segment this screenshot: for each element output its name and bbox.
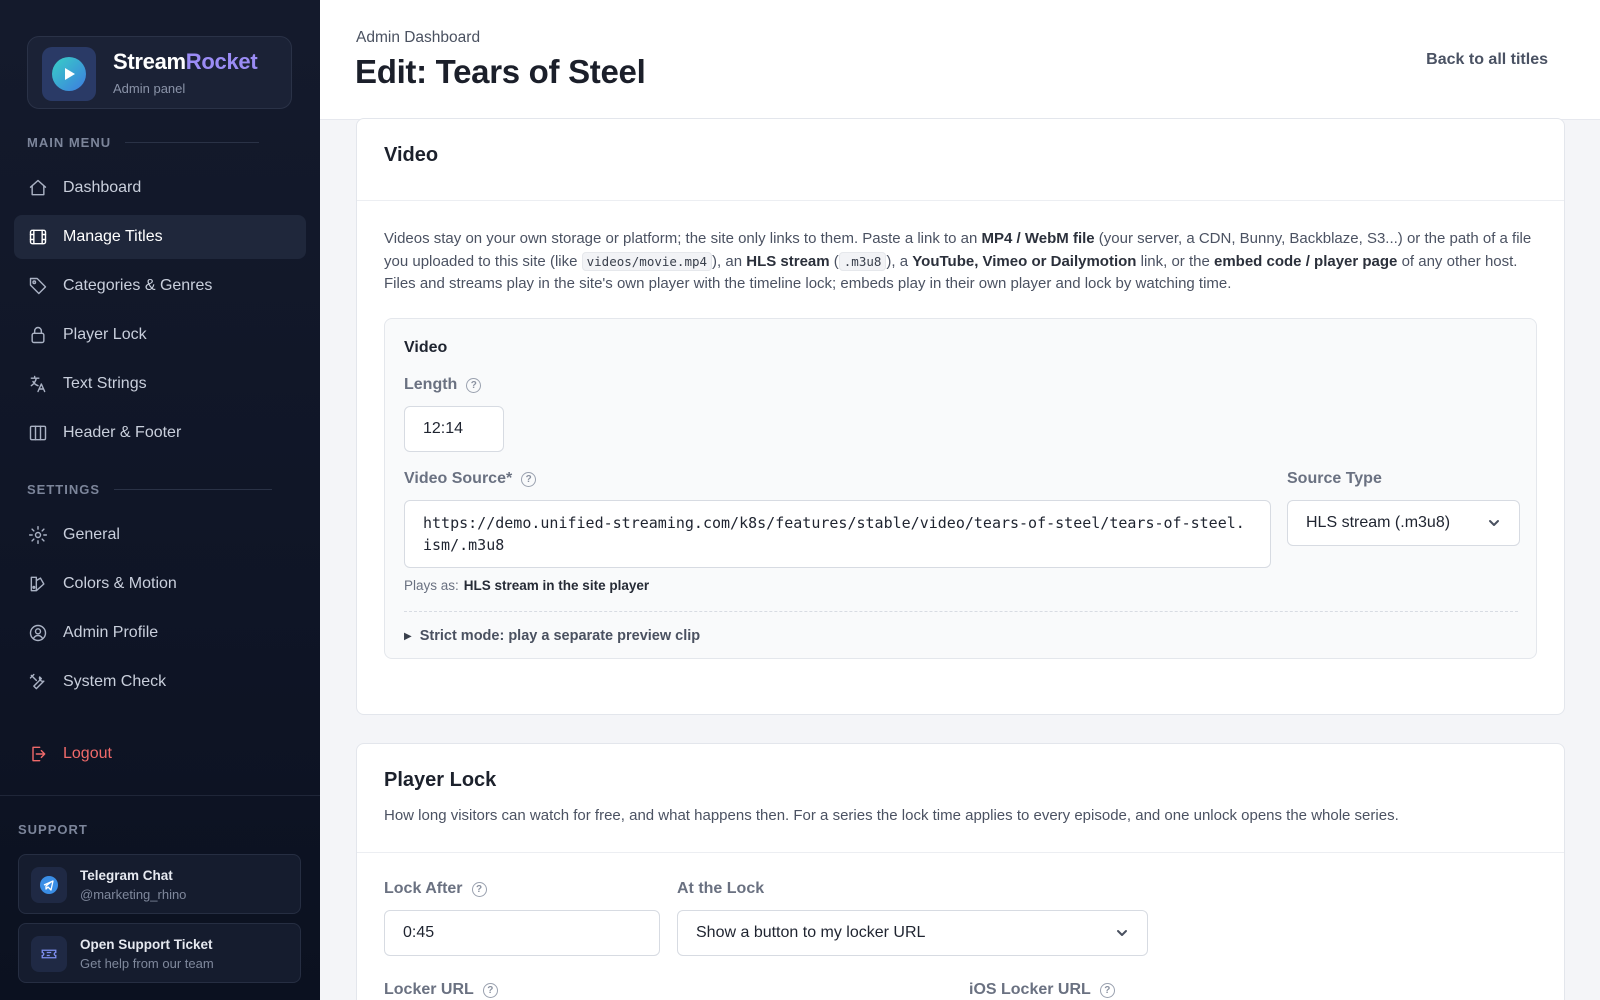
- sidebar-item-admin-profile[interactable]: Admin Profile: [14, 611, 306, 655]
- tag-icon: [27, 275, 49, 297]
- disclosure-triangle-icon: ▶: [404, 630, 412, 642]
- brand-card[interactable]: StreamRocket Admin panel: [27, 36, 292, 109]
- gear-icon: [27, 524, 49, 546]
- brand-name: StreamRocket: [113, 49, 258, 74]
- support-label: SUPPORT: [18, 822, 88, 837]
- lock-after-label: Lock After?: [384, 880, 487, 898]
- page-header: Admin Dashboard Edit: Tears of Steel Bac…: [320, 0, 1600, 120]
- dashed-divider: [404, 611, 1518, 612]
- strict-mode-toggle[interactable]: ▶ Strict mode: play a separate preview cl…: [404, 628, 700, 644]
- sidebar-item-categories[interactable]: Categories & Genres: [14, 264, 306, 308]
- back-to-titles-link[interactable]: Back to all titles: [1426, 51, 1548, 69]
- lock-icon: [27, 324, 49, 346]
- logout-icon: [27, 743, 49, 765]
- source-type-label: Source Type: [1287, 470, 1382, 487]
- telegram-icon: [31, 867, 67, 903]
- sidebar-item-general[interactable]: General: [14, 513, 306, 557]
- player-lock-card: Player Lock How long visitors can watch …: [356, 743, 1565, 1000]
- help-icon[interactable]: ?: [466, 377, 482, 393]
- plays-as-hint: Plays as: HLS stream in the site player: [404, 578, 650, 593]
- film-icon: [27, 226, 49, 248]
- translate-icon: [27, 373, 49, 395]
- player-lock-title: Player Lock: [384, 769, 497, 791]
- palette-icon: [27, 573, 49, 595]
- columns-icon: [27, 422, 49, 444]
- help-icon[interactable]: ?: [1099, 982, 1115, 998]
- breadcrumb[interactable]: Admin Dashboard: [356, 29, 480, 47]
- tools-icon: [27, 671, 49, 693]
- video-source-panel: Video Length? 12:14 Video Source*? https…: [384, 318, 1537, 659]
- video-card-title: Video: [384, 144, 439, 166]
- at-the-lock-label: At the Lock: [677, 880, 765, 897]
- lock-after-input[interactable]: 0:45: [384, 910, 660, 956]
- video-description: Videos stay on your own storage or platf…: [384, 230, 1532, 292]
- locker-url-label: Locker URL?: [384, 981, 498, 999]
- main-content: Admin Dashboard Edit: Tears of Steel Bac…: [320, 0, 1600, 1000]
- support-ticket-card[interactable]: Open Support Ticket Get help from our te…: [18, 923, 301, 983]
- player-lock-description: How long visitors can watch for free, an…: [384, 807, 1399, 824]
- source-type-select[interactable]: HLS stream (.m3u8): [1287, 500, 1520, 546]
- brand-subtitle: Admin panel: [113, 81, 186, 96]
- sidebar-item-system-check[interactable]: System Check: [14, 660, 306, 704]
- sidebar-item-header-footer[interactable]: Header & Footer: [14, 411, 306, 455]
- play-logo-icon: [42, 47, 96, 101]
- length-label: Length?: [404, 376, 482, 394]
- video-card-header: Video: [357, 119, 1564, 201]
- chevron-down-icon: [1489, 520, 1499, 526]
- main-menu-label: MAIN MENU: [27, 135, 260, 150]
- sidebar-item-manage-titles[interactable]: Manage Titles: [14, 215, 306, 259]
- support-telegram-card[interactable]: Telegram Chat @marketing_rhino: [18, 854, 301, 914]
- player-lock-header: Player Lock How long visitors can watch …: [357, 744, 1564, 853]
- help-icon[interactable]: ?: [471, 881, 487, 897]
- sidebar-item-player-lock[interactable]: Player Lock: [14, 313, 306, 357]
- video-source-label: Video Source*?: [404, 470, 537, 488]
- settings-label: SETTINGS: [27, 482, 273, 497]
- length-input[interactable]: 12:14: [404, 406, 504, 452]
- sidebar-item-text-strings[interactable]: Text Strings: [14, 362, 306, 406]
- at-the-lock-select[interactable]: Show a button to my locker URL: [677, 910, 1148, 956]
- sidebar-divider: [0, 795, 320, 796]
- sidebar-item-dashboard[interactable]: Dashboard: [14, 166, 306, 210]
- user-circle-icon: [27, 622, 49, 644]
- help-icon[interactable]: ?: [521, 471, 537, 487]
- ios-locker-url-label: iOS Locker URL?: [969, 981, 1115, 999]
- ticket-icon: [31, 936, 67, 972]
- sidebar: StreamRocket Admin panel MAIN MENU Dashb…: [0, 0, 320, 1000]
- chevron-down-icon: [1117, 930, 1127, 936]
- home-icon: [27, 177, 49, 199]
- video-source-input[interactable]: https://demo.unified-streaming.com/k8s/f…: [404, 500, 1271, 568]
- sidebar-item-colors-motion[interactable]: Colors & Motion: [14, 562, 306, 606]
- video-panel-title: Video: [404, 339, 448, 356]
- video-card: Video Videos stay on your own storage or…: [356, 118, 1565, 715]
- page-title: Edit: Tears of Steel: [355, 53, 646, 90]
- logout-button[interactable]: Logout: [14, 732, 306, 776]
- help-icon[interactable]: ?: [482, 982, 498, 998]
